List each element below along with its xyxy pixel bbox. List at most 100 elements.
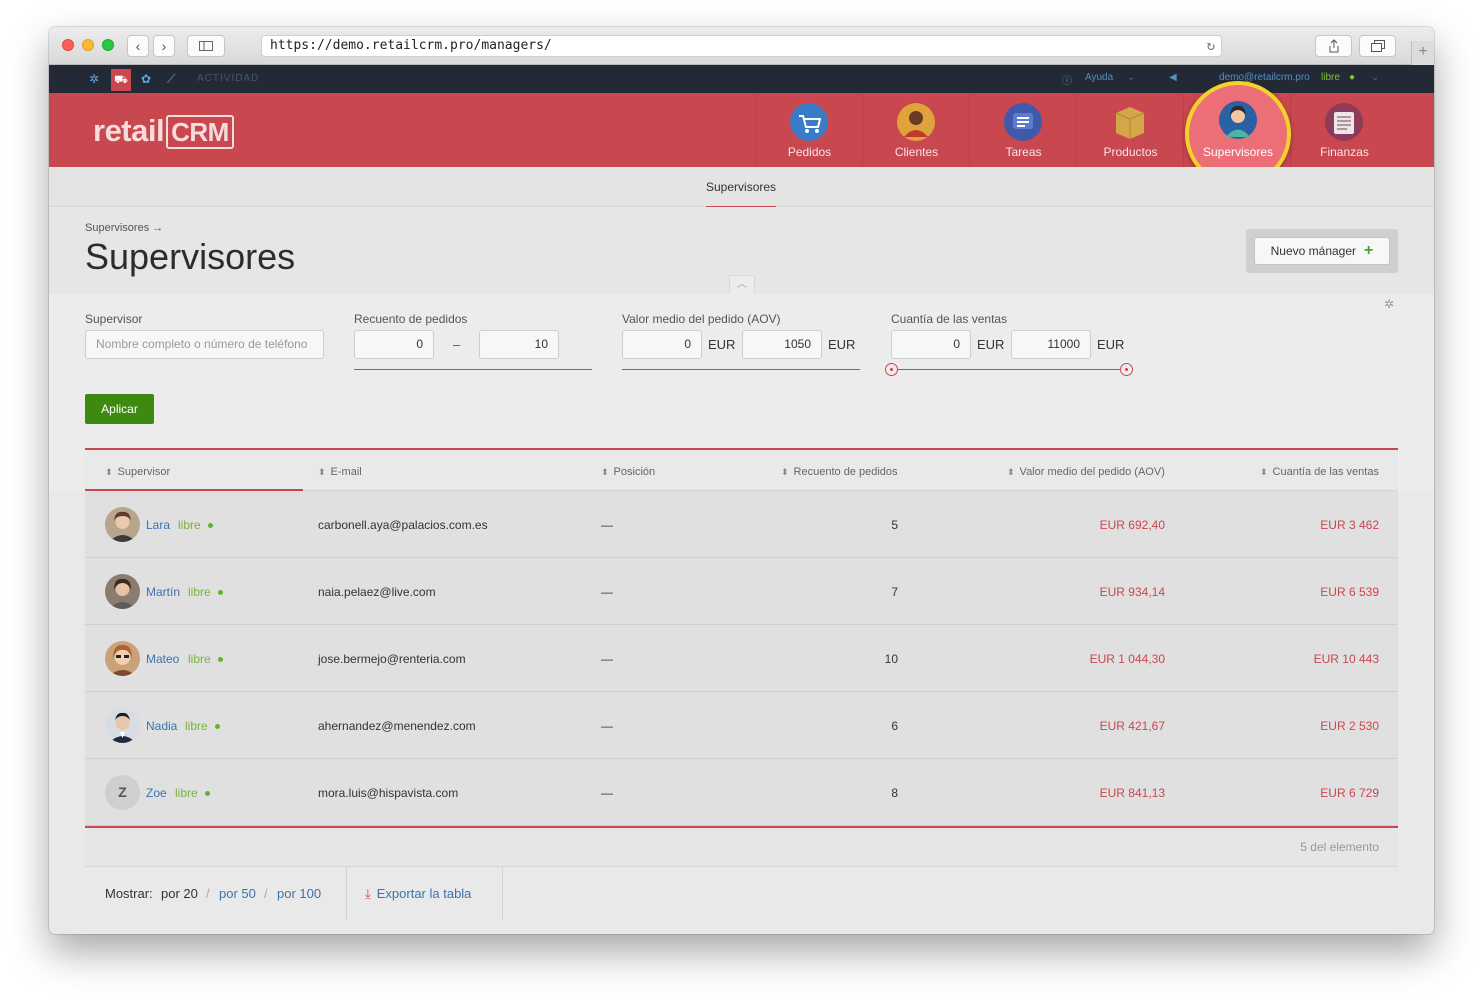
page-size-100[interactable]: por 100 [277,886,321,901]
filter-settings-gear-icon[interactable]: ✲ [1384,297,1394,311]
supervisor-status: libre [188,585,211,599]
aov-from-unit: EUR [708,337,736,352]
column-header-email[interactable]: ⬍ E-mail [318,466,362,478]
supervisor-name-link[interactable]: Mateo [146,652,179,666]
close-window-button[interactable] [62,39,74,51]
orders-filter-label: Recuento de pedidos [354,312,468,326]
sidebar-toggle-button[interactable] [187,35,225,57]
table-header: ⬍ Supervisor ⬍ E-mail ⬍ Posición ⬍ Recuento … [85,450,1398,491]
new-tab-button[interactable]: + [1411,41,1434,65]
collapse-filters-button[interactable]: ︿ [729,275,755,294]
sales-value: EUR 6 539 [1320,585,1379,599]
supervisor-name-link[interactable]: Nadia [146,719,177,733]
avatar [105,574,140,609]
supervisors-table: ⬍ Supervisor ⬍ E-mail ⬍ Posición ⬍ Recuento … [85,448,1398,920]
export-table-link[interactable]: ⤓ Exportar la tabla [365,886,471,902]
breadcrumb[interactable]: Supervisores → [85,222,163,234]
column-header-label: Valor medio del pedido (AOV) [1019,466,1165,478]
table-row[interactable]: Mateo libre jose.bermejo@renteria.com — … [85,625,1398,692]
share-button[interactable] [1315,35,1352,57]
minimize-window-button[interactable] [82,39,94,51]
nav-label: Tareas [1005,145,1042,159]
aov-from-input[interactable]: 0 [622,330,702,359]
support-icon[interactable]: ✿ [141,72,151,86]
page-size-separator: / [206,886,210,901]
help-icon[interactable]: ⓘ [1062,72,1072,87]
forward-button[interactable]: › [153,35,175,57]
sales-to-input[interactable]: 11000 [1011,330,1091,359]
table-row[interactable]: Martín libre naia.pelaez@live.com — 7 EU… [85,558,1398,625]
nav-label: Productos [1103,145,1158,159]
chevron-down-icon[interactable]: ⌄ [1127,72,1135,83]
aov-value: EUR 841,13 [1099,786,1165,800]
user-menu-chevron-icon[interactable]: ⌄ [1371,72,1379,83]
orders-to-input[interactable]: 10 [479,330,559,359]
nav-item-tareas[interactable]: Tareas [969,93,1076,167]
nav-item-finanzas[interactable]: Finanzas [1290,93,1397,167]
column-header-label: E-mail [330,466,362,478]
nav-label: Finanzas [1320,145,1369,159]
sales-value: EUR 3 462 [1320,518,1379,532]
apply-filters-button[interactable]: Aplicar [85,394,154,424]
supervisor-position: — [601,719,613,733]
range-dash: – [453,337,461,352]
aov-to-input[interactable]: 1050 [742,330,822,359]
page-size-20[interactable]: por 20 [161,886,198,901]
subnav-tab-supervisores[interactable]: Supervisores [706,180,777,207]
announcements-icon[interactable]: ◀ [1169,72,1177,83]
sales-range-slider-track[interactable] [891,369,1127,370]
cart-icon: ⛟ [114,74,128,86]
supervisor-status: libre [188,652,211,666]
table-row[interactable]: Lara libre carbonell.aya@palacios.com.es… [85,491,1398,558]
nav-item-clientes[interactable]: Clientes [862,93,969,167]
analytics-icon[interactable]: ⟋ [167,72,175,87]
tabs-icon [1370,40,1385,52]
sales-from-unit: EUR [977,337,1005,352]
nav-item-pedidos[interactable]: Pedidos [755,93,862,167]
supervisor-status: libre [185,719,208,733]
supervisor-email: mora.luis@hispavista.com [318,786,459,800]
reload-icon[interactable]: ↻ [1207,36,1215,56]
back-button[interactable]: ‹ [127,35,149,57]
help-link[interactable]: Ayuda [1085,72,1113,83]
sales-range-max-handle[interactable] [1120,363,1133,376]
chevron-left-icon: ‹ [135,38,141,54]
share-icon [1329,39,1338,53]
new-manager-button[interactable]: Nuevo mánager + [1254,237,1390,265]
user-online-dot-icon: ● [1349,72,1356,83]
nav-item-productos[interactable]: Productos [1076,93,1183,167]
nav-label: Clientes [894,145,939,159]
footer-divider [502,867,503,920]
column-header-sales[interactable]: ⬍ Cuantía de las ventas [1260,466,1379,478]
column-header-position[interactable]: ⬍ Posición [601,466,655,478]
settings-gear-icon[interactable]: ✲ [89,72,99,86]
table-row[interactable]: Z Zoe libre mora.luis@hispavista.com — 8… [85,759,1398,826]
page-size-label: Mostrar: [105,886,153,901]
tasks-icon [1004,103,1042,141]
column-header-orders[interactable]: ⬍ Recuento de pedidos [781,466,898,478]
supervisor-search-input[interactable]: Nombre completo o número de teléfono [85,330,324,359]
avatar: Z [105,775,140,810]
supervisor-name-link[interactable]: Lara [146,518,170,532]
chevron-up-icon: ︿ [737,279,747,290]
new-manager-label: Nuevo mánager [1270,244,1357,258]
supervisor-name-link[interactable]: Martín [146,585,180,599]
retailcrm-logo[interactable]: retail CRM [93,113,234,149]
orders-from-input[interactable]: 0 [354,330,434,359]
page-size-50[interactable]: por 50 [219,886,256,901]
sort-icon: ⬍ [781,467,789,477]
supervisor-icon [1219,101,1257,139]
column-header-supervisor[interactable]: ⬍ Supervisor [105,466,170,478]
tabs-overview-button[interactable] [1359,35,1396,57]
address-bar[interactable]: https://demo.retailcrm.pro/managers/ ↻ [261,35,1222,57]
cart-shortcut[interactable]: ⛟ [111,69,131,91]
sales-from-input[interactable]: 0 [891,330,971,359]
maximize-window-button[interactable] [102,39,114,51]
column-header-aov[interactable]: ⬍ Valor medio del pedido (AOV) [1007,466,1165,478]
table-row[interactable]: Nadia libre ahernandez@menendez.com — 6 … [85,692,1398,759]
sales-range-min-handle[interactable] [885,363,898,376]
online-dot-icon [218,657,223,662]
supervisor-name-link[interactable]: Zoe [146,786,167,800]
activity-link[interactable]: ACTIVIDAD [197,73,259,84]
plus-icon: + [1364,242,1374,259]
